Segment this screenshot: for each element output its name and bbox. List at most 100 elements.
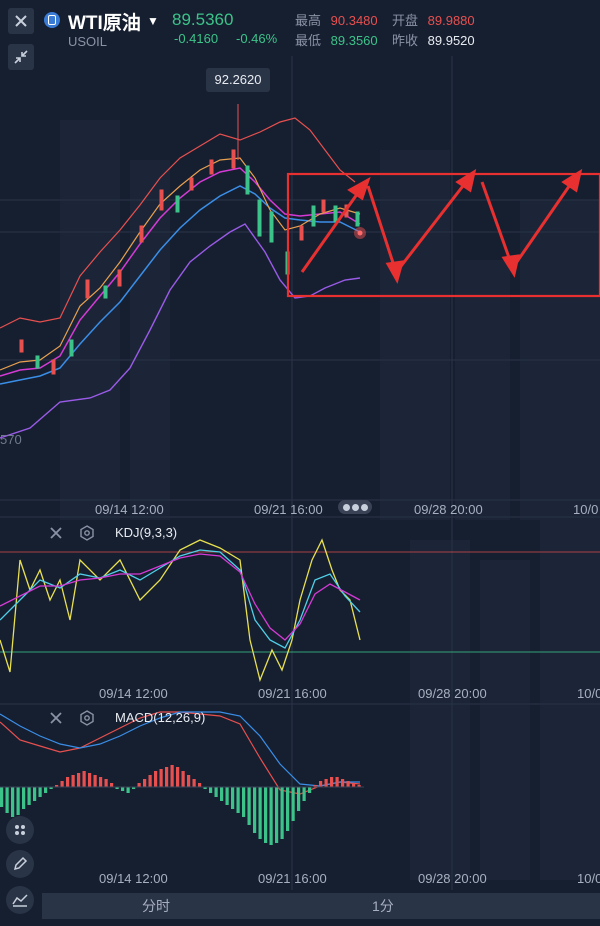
stat-high: 最高 90.3480 xyxy=(295,10,378,29)
macd-histogram-bar xyxy=(110,783,114,787)
macd-histogram-bar xyxy=(181,771,185,787)
stat-value: 90.3480 xyxy=(330,13,378,28)
x-tick: 09/28 20:00 xyxy=(414,502,483,517)
macd-histogram-bar xyxy=(335,777,339,787)
indicator-button[interactable] xyxy=(6,886,34,914)
chart-canvas xyxy=(0,56,600,890)
dots-icon xyxy=(15,825,25,835)
macd-histogram-bar xyxy=(330,777,334,787)
macd-histogram-bar xyxy=(60,781,64,787)
period-tabs: 分时 1分 xyxy=(42,893,600,919)
last-price: 89.5360 xyxy=(172,10,234,29)
stat-label: 开盘 xyxy=(392,13,419,28)
macd-histogram-bar xyxy=(99,777,103,787)
macd-histogram-bar xyxy=(236,787,240,813)
macd-histogram-bar xyxy=(44,787,48,793)
macd-histogram-bar xyxy=(187,775,191,787)
instrument-title[interactable]: WTI原油 xyxy=(68,8,141,35)
macd-histogram-bar xyxy=(165,767,169,787)
macd-histogram-bar xyxy=(88,773,92,787)
macd-histogram-bar xyxy=(225,787,229,805)
axis-price-label: 570 xyxy=(0,432,22,447)
macd-histogram-bar xyxy=(231,787,235,809)
macd-histogram-bar xyxy=(253,787,257,833)
x-tick: 09/14 12:00 xyxy=(95,502,164,517)
macd-histogram-bar xyxy=(297,787,301,811)
tab-timeshare[interactable]: 分时 xyxy=(142,893,170,919)
shrink-button[interactable] xyxy=(8,44,34,70)
macd-histogram-bar xyxy=(176,767,180,787)
macd-histogram-bar xyxy=(258,787,262,839)
macd-histogram-bar xyxy=(286,787,290,831)
stat-label: 最低 xyxy=(295,33,322,48)
macd-histogram-bar xyxy=(209,787,213,793)
x-tick: 09/21 16:00 xyxy=(254,502,323,517)
macd-histogram-bar xyxy=(324,779,328,787)
close-icon xyxy=(15,15,27,27)
stat-label: 昨收 xyxy=(392,33,419,48)
x-tick: 09/21 16:00 xyxy=(258,871,327,886)
macd-histogram-bar xyxy=(11,787,15,817)
macd-histogram-bar xyxy=(66,777,70,787)
stat-label: 最高 xyxy=(295,13,322,28)
x-tick: 09/28 20:00 xyxy=(418,871,487,886)
stat-low: 最低 89.3560 xyxy=(295,30,378,49)
macd-histogram-bar xyxy=(93,775,97,787)
settings-icon[interactable] xyxy=(79,525,95,541)
macd-histogram-bar xyxy=(154,771,158,787)
macd-histogram-bar xyxy=(38,787,42,797)
close-icon[interactable] xyxy=(49,711,63,725)
x-tick: 09/14 12:00 xyxy=(99,686,168,701)
macd-histogram-bar xyxy=(198,783,202,787)
header-bar: WTI原油 ▼ USOIL 89.5360 -0.4160 -0.46% 最高 … xyxy=(0,0,600,56)
macd-histogram-bar xyxy=(220,787,224,801)
macd-histogram-bar xyxy=(137,783,141,787)
macd-histogram-bar xyxy=(341,779,345,787)
macd-histogram-bar xyxy=(280,787,284,839)
macd-histogram-bar xyxy=(247,787,251,825)
macd-histogram-bar xyxy=(121,787,125,791)
pen-icon xyxy=(13,856,28,871)
macd-histogram-bar xyxy=(319,781,323,787)
macd-histogram-bar xyxy=(104,779,108,787)
indicator-icon xyxy=(12,894,28,907)
macd-histogram-bar xyxy=(170,765,174,787)
chart-app: WTI原油 ▼ USOIL 89.5360 -0.4160 -0.46% 最高 … xyxy=(0,0,600,926)
x-tick: 09/21 16:00 xyxy=(258,686,327,701)
macd-histogram-bar xyxy=(77,773,81,787)
macd-histogram-bar xyxy=(159,769,163,787)
oil-icon xyxy=(44,12,60,28)
macd-histogram-bar xyxy=(33,787,37,801)
macd-histogram-bar xyxy=(269,787,273,845)
price-change-percent: -0.46% xyxy=(236,31,278,46)
macd-label: MACD(12,26,9) xyxy=(115,710,206,725)
tab-1min[interactable]: 1分 xyxy=(372,893,394,919)
macd-histogram-bar xyxy=(82,771,86,787)
macd-histogram-bar xyxy=(27,787,31,805)
loading-indicator xyxy=(338,500,372,514)
chevron-down-icon[interactable]: ▼ xyxy=(147,14,159,28)
indicator-toggle-button[interactable] xyxy=(6,816,34,844)
macd-histogram-bar xyxy=(214,787,218,797)
macd-histogram-bar xyxy=(308,787,312,793)
settings-icon[interactable] xyxy=(79,710,95,726)
x-tick: 10/0 xyxy=(577,686,600,701)
stat-value: 89.9520 xyxy=(427,33,475,48)
macd-histogram-bar xyxy=(71,775,75,787)
price-change: -0.4160 xyxy=(174,31,219,46)
x-tick: 09/28 20:00 xyxy=(418,686,487,701)
x-tick: 09/14 12:00 xyxy=(99,871,168,886)
close-icon[interactable] xyxy=(49,526,63,540)
close-button[interactable] xyxy=(8,8,34,34)
macd-histogram-bar xyxy=(242,787,246,817)
macd-histogram-bar xyxy=(346,781,350,787)
instrument-symbol: USOIL xyxy=(68,34,108,49)
x-tick: 10/0 xyxy=(573,502,599,517)
stat-value: 89.9880 xyxy=(427,13,475,28)
draw-tool-button[interactable] xyxy=(6,850,34,878)
macd-histogram-bar xyxy=(5,787,9,813)
macd-histogram-bar xyxy=(264,787,268,843)
high-price-marker: 92.2620 xyxy=(206,68,270,92)
stat-open: 开盘 89.9880 xyxy=(392,10,475,29)
stat-prev-close: 昨收 89.9520 xyxy=(392,30,475,49)
